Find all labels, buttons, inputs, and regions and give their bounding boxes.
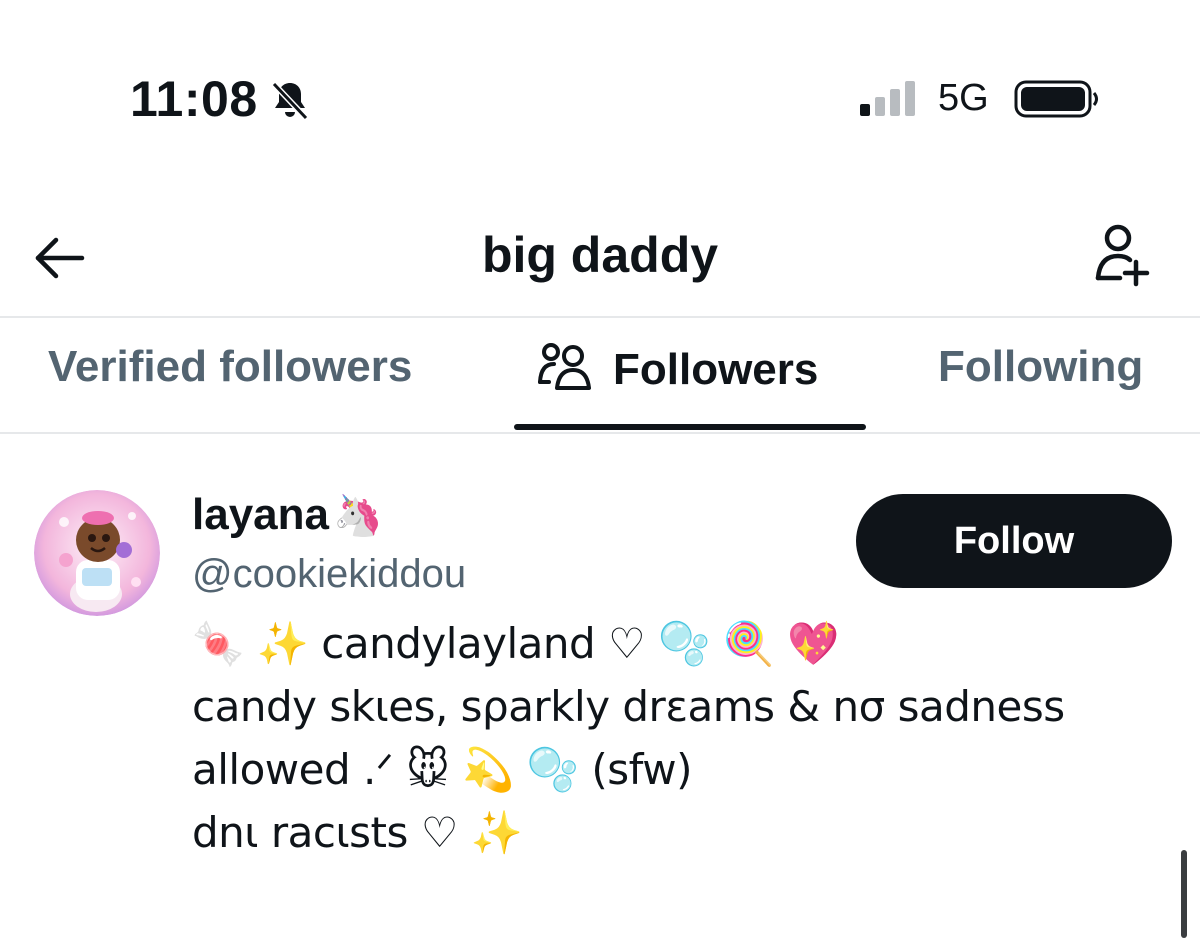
status-bar: 11:08 5G (0, 0, 1200, 190)
follow-button[interactable]: Follow (856, 494, 1172, 588)
active-tab-indicator (514, 424, 866, 430)
tab-followers-label: Followers (613, 345, 819, 394)
status-time: 11:08 (130, 71, 258, 127)
display-name[interactable]: layana 🦄 (192, 490, 383, 540)
top-nav: big daddy (0, 200, 1200, 318)
follower-list-item[interactable]: layana 🦄 @cookiekiddou Follow 🍬 ✨ candyla… (0, 434, 1200, 938)
bell-slash-icon (271, 81, 309, 121)
bio-line: dnι racιsts ♡ ✨ (192, 808, 523, 857)
bio-line: allowed .ᐟ 🐭 💫 🫧 (sfw) (192, 745, 692, 794)
unicorn-emoji: 🦄 (332, 494, 383, 538)
followers-tabs: Verified followers Followers Following (0, 318, 1200, 434)
scrollbar[interactable] (1181, 850, 1187, 938)
avatar[interactable] (34, 490, 160, 616)
tab-following[interactable]: Following (938, 342, 1143, 392)
page-title: big daddy (481, 227, 719, 283)
bio-line: 🍬 ✨ candylayland ♡ 🫧 🍭 💖 (192, 619, 840, 668)
battery-icon (1014, 80, 1098, 118)
network-type: 5G (938, 77, 989, 119)
cellular-signal-icon (860, 81, 915, 116)
display-name-text: layana (192, 490, 329, 539)
user-bio: 🍬 ✨ candylayland ♡ 🫧 🍭 💖 candy skιes, sρ… (192, 612, 1122, 864)
user-handle[interactable]: @cookiekiddou (192, 552, 466, 597)
add-user-icon[interactable] (1086, 220, 1158, 292)
bio-line: candy skιes, sρarkly drɛams & nσ sadness (192, 682, 1065, 731)
tab-verified-followers[interactable]: Verified followers (48, 342, 412, 392)
tab-followers[interactable]: Followers (537, 342, 818, 395)
people-icon (538, 343, 591, 390)
